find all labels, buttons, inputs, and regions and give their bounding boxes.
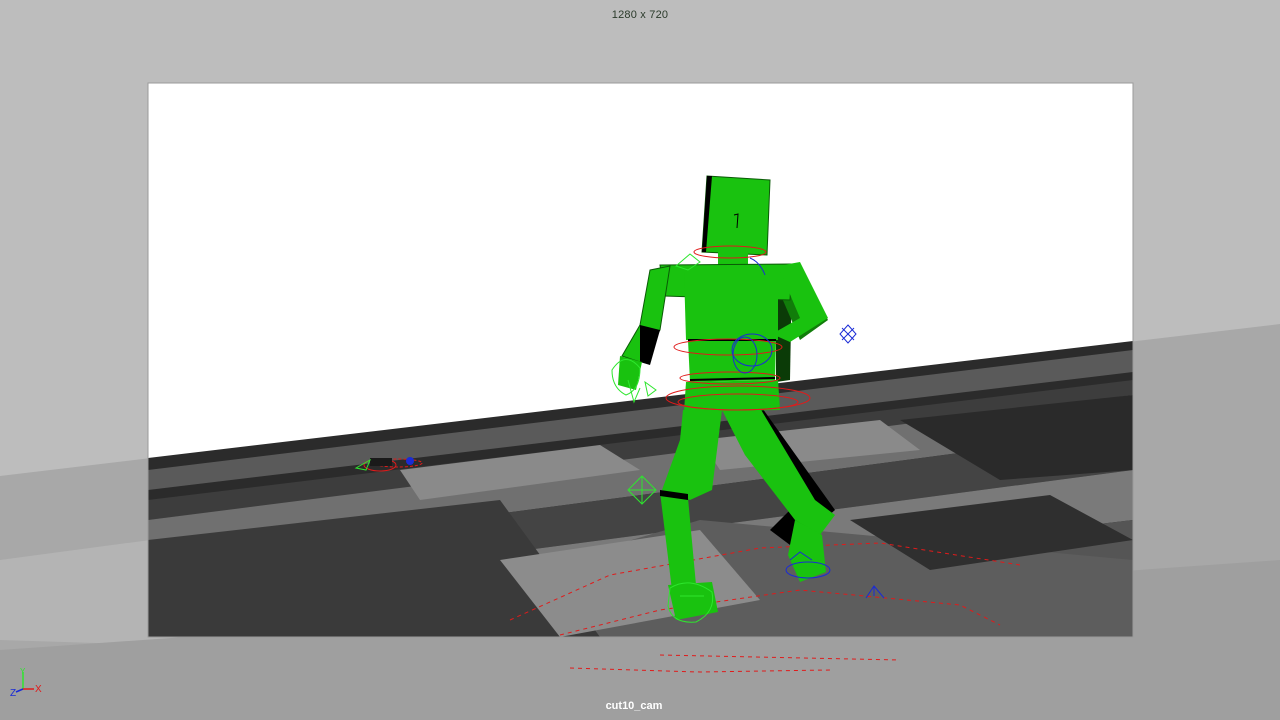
axis-gizmo-icon: X Y Z — [10, 668, 42, 698]
camera-view — [148, 83, 1133, 637]
resolution-gate-label: 1280 x 720 — [611, 9, 669, 21]
axis-z-label: Z — [10, 688, 16, 698]
viewport-scene[interactable] — [0, 0, 1280, 720]
camera-name-label: cut10_cam — [605, 700, 663, 712]
axis-x-label: X — [35, 684, 42, 695]
3d-viewport[interactable]: 1280 x 720 cut10_cam X Y Z — [0, 0, 1280, 720]
axis-y-label: Y — [20, 668, 26, 676]
